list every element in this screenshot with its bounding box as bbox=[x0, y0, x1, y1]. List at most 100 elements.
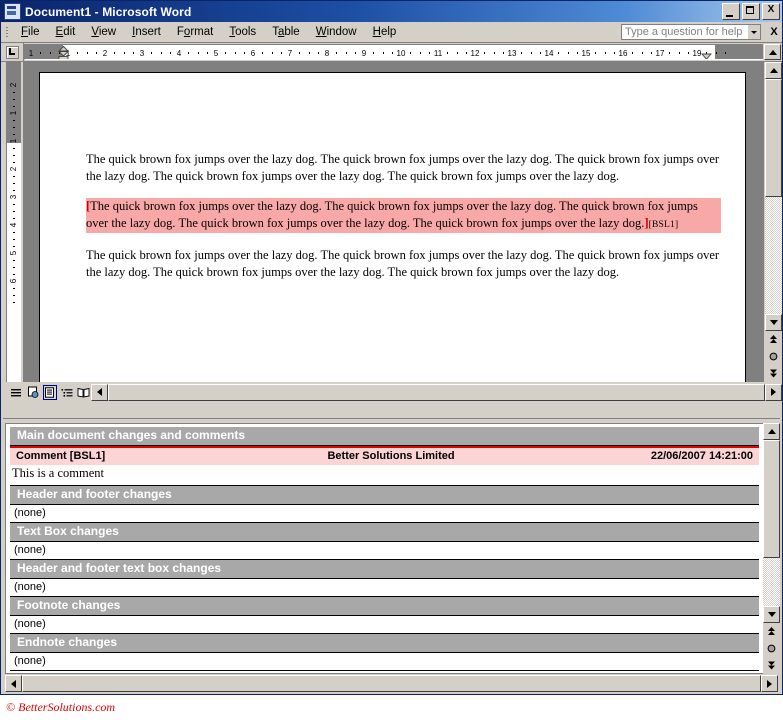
ruler-tick-dot bbox=[225, 52, 227, 54]
vertical-ruler[interactable]: 2 1 1 2 3 4 5 6 bbox=[1, 62, 23, 382]
menu-item-format[interactable]: Format bbox=[169, 24, 221, 40]
section-title: Header and footer text box changes bbox=[17, 561, 224, 575]
maximize-button[interactable] bbox=[742, 3, 760, 20]
vruler-tick-dot bbox=[13, 176, 15, 177]
ruler-tick-dot bbox=[86, 52, 88, 54]
chevron-down-icon[interactable] bbox=[748, 24, 761, 40]
document-paragraph[interactable]: The quick brown fox jumps over the lazy … bbox=[86, 247, 721, 280]
right-indent-marker[interactable] bbox=[701, 51, 712, 59]
arrow-right-icon[interactable] bbox=[761, 675, 778, 692]
document-vertical-scrollbar[interactable] bbox=[764, 62, 782, 382]
horizontal-ruler[interactable]: 1 1 2 3 4 5 6 7 8 9 10 11 12 13 14 15 16 17 19 bbox=[24, 44, 763, 60]
menu-item-edit[interactable]: Edit bbox=[48, 24, 84, 40]
horizontal-ruler-row: 1 1 2 3 4 5 6 7 8 9 10 11 12 13 14 15 16 17 19 bbox=[1, 43, 782, 62]
ruler-tick-label: 3 bbox=[139, 49, 145, 58]
arrow-down-icon[interactable] bbox=[763, 606, 780, 623]
arrow-up-icon[interactable] bbox=[763, 423, 780, 440]
menu-item-insert[interactable]: Insert bbox=[124, 24, 169, 40]
document-horizontal-scrollbar[interactable] bbox=[91, 383, 782, 401]
ruler-tick-dot bbox=[243, 52, 245, 54]
ruler-tick-label: 6 bbox=[250, 49, 256, 58]
reviewing-vertical-scrollbar-track[interactable] bbox=[763, 558, 780, 606]
menu-item-tools[interactable]: Tools bbox=[221, 24, 264, 40]
document-text-body[interactable]: The quick brown fox jumps over the lazy … bbox=[40, 73, 745, 280]
circle-icon[interactable] bbox=[763, 640, 780, 657]
menu-item-view[interactable]: View bbox=[83, 24, 124, 40]
comment-body-text[interactable]: This is a comment bbox=[10, 465, 759, 485]
word-document-icon bbox=[4, 3, 21, 20]
endnote-changes-section-header: Endnote changes bbox=[10, 634, 759, 653]
view-and-hscroll-bar bbox=[1, 382, 782, 401]
ruler-tick-dot bbox=[188, 52, 190, 54]
ruler-tick-dot bbox=[678, 52, 680, 54]
print-layout-view-button[interactable] bbox=[42, 384, 58, 400]
endnote-changes-section-empty: (none) bbox=[10, 653, 759, 671]
ruler-tick-dot bbox=[641, 52, 643, 54]
title-bar: Document1 - Microsoft Word X bbox=[1, 1, 782, 22]
ruler-tick-dot bbox=[724, 52, 726, 54]
reviewing-comment-entry[interactable]: Comment [BSL1] Better Solutions Limited 22… bbox=[10, 446, 759, 486]
reviewing-horizontal-scrollbar-track[interactable] bbox=[22, 675, 761, 692]
reading-layout-view-button[interactable] bbox=[76, 384, 91, 400]
double-arrow-down-icon[interactable] bbox=[763, 657, 780, 674]
vruler-tick-label: 2 bbox=[9, 166, 18, 172]
document-canvas[interactable]: The quick brown fox jumps over the lazy … bbox=[23, 62, 764, 382]
ruler-tick-label: 2 bbox=[102, 49, 108, 58]
left-tab-stop-icon[interactable] bbox=[1, 43, 24, 61]
ask-a-question-input[interactable]: Type a question for help bbox=[621, 24, 748, 40]
menu-bar-grip[interactable] bbox=[4, 23, 11, 41]
document-page[interactable]: The quick brown fox jumps over the lazy … bbox=[39, 72, 746, 382]
vruler-tick-dot bbox=[13, 239, 15, 240]
comment-close-bracket-icon: ] bbox=[644, 215, 649, 230]
window-title: Document1 - Microsoft Word bbox=[25, 4, 192, 19]
reviewing-pane-horizontal-scrollbar-row bbox=[3, 674, 780, 692]
vruler-tick-dot bbox=[13, 211, 15, 212]
menu-item-window[interactable]: Window bbox=[308, 24, 365, 40]
arrow-up-icon[interactable] bbox=[765, 62, 782, 79]
menu-item-file[interactable]: File bbox=[13, 24, 48, 40]
vruler-tick-label: 5 bbox=[9, 250, 18, 256]
scroll-up-button-top[interactable] bbox=[764, 44, 781, 60]
close-window-button[interactable]: X bbox=[762, 3, 780, 20]
ruler-tick-dot bbox=[539, 52, 541, 54]
document-paragraph[interactable]: The quick brown fox jumps over the lazy … bbox=[86, 151, 721, 184]
arrow-left-icon[interactable] bbox=[5, 675, 22, 692]
ruler-tick-dot bbox=[484, 52, 486, 54]
window-controls: X bbox=[722, 3, 780, 20]
comment-reference-mark[interactable]: [BSL1] bbox=[648, 219, 679, 230]
vruler-tick-dot bbox=[13, 99, 15, 100]
ruler-tick-dot bbox=[49, 52, 51, 54]
double-arrow-up-icon[interactable] bbox=[763, 623, 780, 640]
vertical-scrollbar-track[interactable] bbox=[765, 197, 782, 314]
reviewing-pane-content[interactable]: Main document changes and comments Commen… bbox=[5, 423, 763, 674]
ruler-tick-dot bbox=[169, 52, 171, 54]
document-paragraph[interactable]: [The quick brown fox jumps over the lazy… bbox=[86, 198, 721, 233]
header-and-footer-text-box-changes-section-empty: (none) bbox=[10, 579, 759, 597]
vruler-tick-label: 6 bbox=[9, 278, 18, 284]
vertical-scrollbar-thumb[interactable] bbox=[765, 79, 782, 197]
menu-item-help[interactable]: Help bbox=[365, 24, 405, 40]
horizontal-scrollbar-thumb[interactable] bbox=[108, 383, 765, 401]
vruler-tick-dot bbox=[13, 288, 15, 289]
menu-item-table[interactable]: Table bbox=[264, 24, 308, 40]
close-document-button[interactable]: X bbox=[766, 26, 782, 38]
reviewing-pane-vertical-scrollbar[interactable] bbox=[763, 423, 780, 674]
arrow-left-icon[interactable] bbox=[91, 383, 108, 401]
minimize-button[interactable] bbox=[722, 3, 740, 20]
outline-view-button[interactable] bbox=[59, 384, 75, 400]
document-area: 2 1 1 2 3 4 5 6 The quick brown fox jumps over … bbox=[1, 62, 782, 382]
arrow-right-icon[interactable] bbox=[765, 383, 782, 401]
header-and-footer-text-box-changes-section-header: Header and footer text box changes bbox=[10, 560, 759, 579]
circle-icon[interactable] bbox=[765, 348, 782, 365]
double-arrow-down-icon[interactable] bbox=[765, 365, 782, 382]
normal-view-button[interactable] bbox=[9, 384, 24, 400]
double-arrow-up-icon[interactable] bbox=[765, 331, 782, 348]
reviewing-vertical-scrollbar-thumb[interactable] bbox=[763, 440, 780, 558]
reviewing-horizontal-scrollbar-thumb[interactable] bbox=[22, 675, 761, 692]
vruler-tick-dot bbox=[13, 267, 15, 268]
left-indent-marker[interactable] bbox=[57, 45, 70, 59]
web-layout-view-button[interactable] bbox=[25, 384, 41, 400]
arrow-down-icon[interactable] bbox=[765, 314, 782, 331]
reviewing-pane-horizontal-scrollbar[interactable] bbox=[5, 675, 778, 692]
horizontal-scrollbar-track[interactable] bbox=[108, 383, 765, 401]
